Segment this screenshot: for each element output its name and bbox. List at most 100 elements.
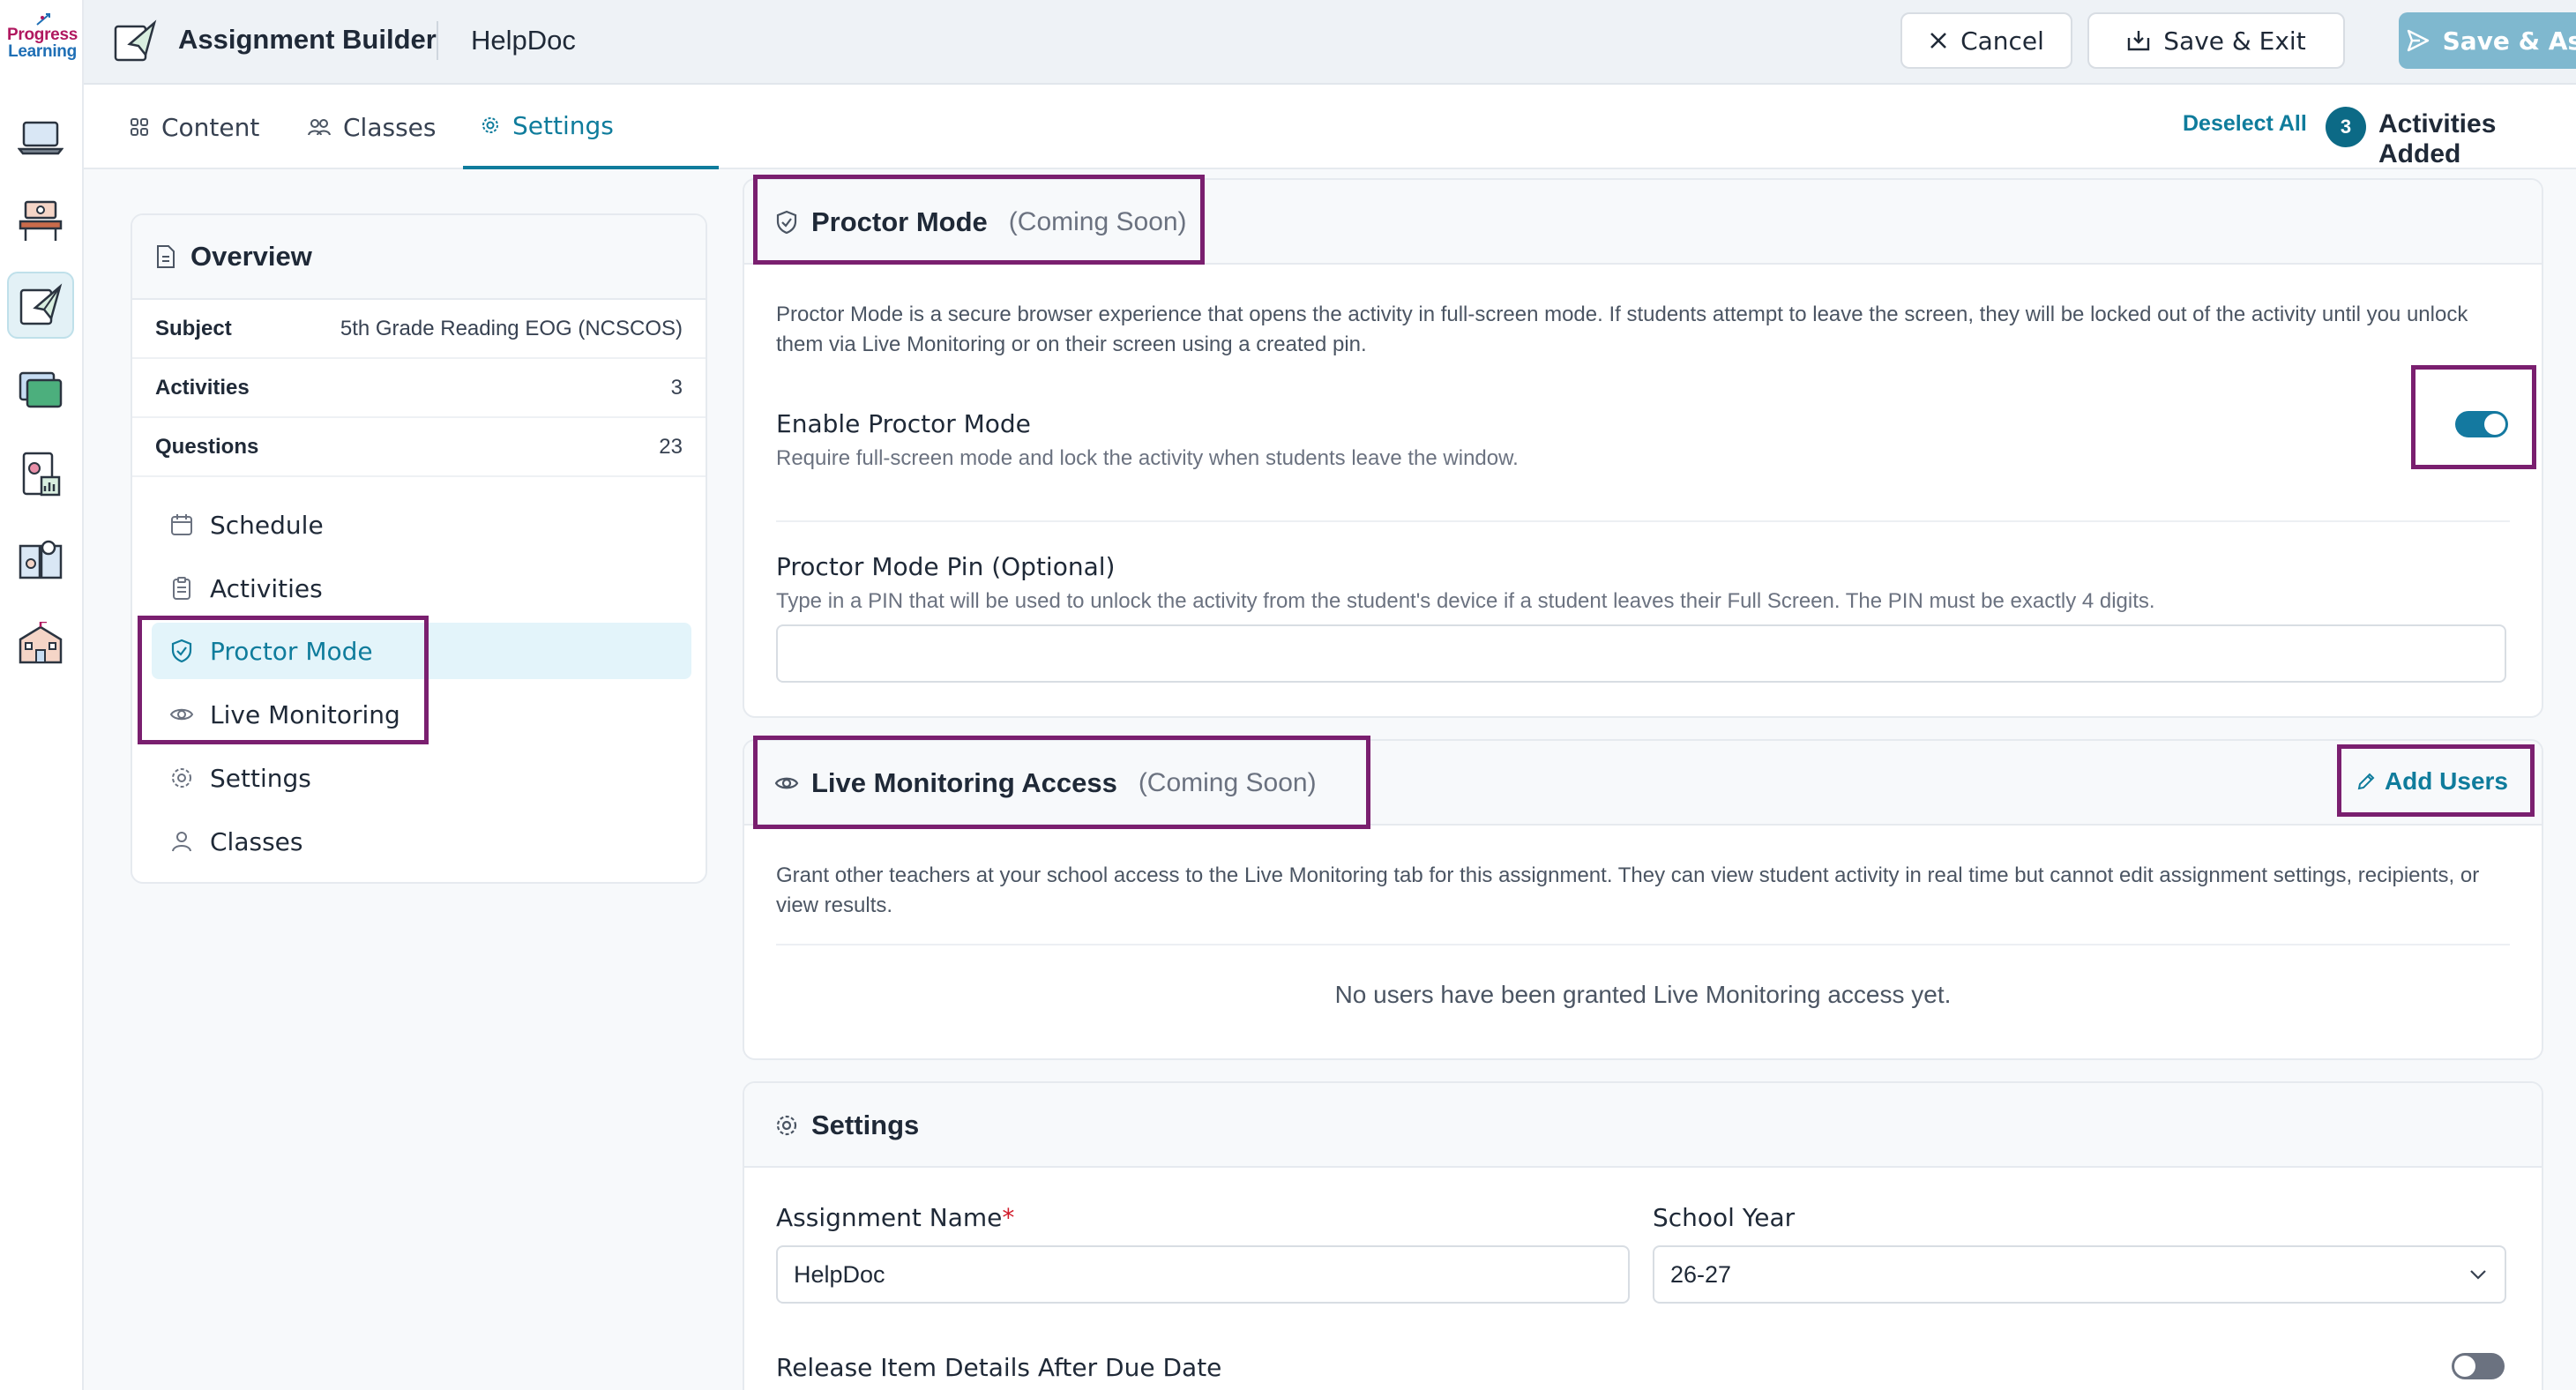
users-icon [172, 832, 191, 852]
document-icon [157, 245, 175, 268]
settings-title-text: Settings [811, 1110, 920, 1140]
nav-label: Activities [210, 573, 323, 603]
overview-value: 23 [659, 434, 683, 459]
enable-proctor-sub: Require full-screen mode and lock the ac… [776, 446, 1519, 470]
nav-classes[interactable]: Classes [152, 813, 691, 870]
assignment-name-label: Assignment Name* [776, 1203, 1014, 1232]
tab-classes[interactable]: Classes [308, 85, 436, 169]
enable-proctor-label: Enable Proctor Mode [776, 409, 1031, 438]
settings-title: Settings [774, 1110, 919, 1141]
nav-label: Settings [210, 763, 311, 793]
live-monitoring-title-text: Live Monitoring Access [811, 767, 1117, 798]
progress-learning-logo[interactable]: Progress Learning [4, 12, 81, 74]
nav-label: Schedule [210, 510, 324, 540]
settings-card: Settings Assignment Name* HelpDoc School… [743, 1081, 2543, 1390]
add-users-button[interactable]: Add Users [2356, 767, 2508, 796]
live-monitoring-title: Live Monitoring Access (Coming Soon) [774, 767, 1317, 799]
settings-header: Settings [744, 1083, 2542, 1168]
nav-settings[interactable]: Settings [152, 750, 691, 806]
proctor-pin-sub: Type in a PIN that will be used to unloc… [776, 589, 2155, 613]
release-item-details-toggle[interactable] [2452, 1353, 2505, 1379]
overview-header: Overview [132, 215, 706, 300]
overview-key: Subject [155, 316, 232, 340]
pencil-icon [2357, 773, 2375, 790]
release-item-details-label: Release Item Details After Due Date [776, 1353, 1222, 1382]
deselect-all-link[interactable]: Deselect All [2183, 111, 2307, 137]
shield-check-icon [171, 639, 192, 663]
activities-added-label: Activities Added [2378, 109, 2497, 168]
assignment-name-label-text: Assignment Name [776, 1203, 1003, 1232]
tab-settings[interactable]: Settings [463, 85, 719, 169]
tab-content-label: Content [161, 112, 260, 142]
proctor-mode-card: Proctor Mode (Coming Soon) Proctor Mode … [743, 178, 2543, 718]
book-people-icon[interactable] [7, 526, 74, 593]
school-year-label: School Year [1653, 1203, 1796, 1232]
laptop-icon[interactable] [7, 104, 74, 171]
live-monitoring-header: Live Monitoring Access (Coming Soon) Add… [744, 741, 2542, 826]
assignment-builder-icon [112, 19, 160, 64]
builder-tabs: Content Classes Settings Deselect All 3 … [84, 85, 2576, 169]
close-icon [1930, 33, 1946, 49]
overview-card: Overview Subject 5th Grade Reading EOG (… [131, 213, 707, 884]
top-bar: Assignment Builder HelpDoc Cancel Save &… [84, 0, 2576, 85]
proctor-pin-input[interactable] [776, 624, 2506, 683]
calendar-icon [171, 514, 192, 535]
coming-soon-label: (Coming Soon) [1138, 768, 1317, 797]
cancel-button[interactable]: Cancel [1900, 12, 2072, 69]
title-divider [437, 21, 438, 60]
proctor-mode-description: Proctor Mode is a secure browser experie… [776, 303, 2468, 356]
eye-icon [169, 708, 194, 721]
divider [776, 944, 2510, 945]
live-monitoring-description: Grant other teachers at your school acce… [776, 863, 2480, 917]
overview-row-subject: Subject 5th Grade Reading EOG (NCSCOS) [132, 300, 706, 359]
activities-count-badge: 3 [2326, 107, 2366, 147]
send-icon [2407, 29, 2429, 52]
classroom-desk-icon[interactable] [7, 187, 74, 254]
cancel-label: Cancel [1960, 26, 2044, 56]
nav-label: Proctor Mode [210, 636, 373, 666]
save-tray-icon [2128, 31, 2150, 51]
people-icon [308, 119, 331, 136]
required-asterisk: * [1002, 1203, 1015, 1232]
shield-check-icon [776, 210, 797, 235]
nav-live-monitoring[interactable]: Live Monitoring [152, 686, 691, 743]
nav-label: Live Monitoring [210, 699, 400, 729]
add-users-label: Add Users [2384, 767, 2508, 795]
folders-icon[interactable] [7, 356, 74, 423]
assignment-name-title: HelpDoc [471, 25, 576, 56]
school-year-select[interactable]: 26-27 [1653, 1245, 2506, 1304]
proctor-mode-title: Proctor Mode (Coming Soon) [774, 206, 1187, 238]
save-assign-label: Save & Assign [2442, 26, 2576, 56]
report-chart-icon[interactable] [7, 441, 74, 508]
eye-icon [774, 777, 799, 789]
school-building-icon[interactable] [7, 610, 74, 677]
overview-row-activities: Activities 3 [132, 359, 706, 418]
chevron-down-icon [2470, 1270, 2486, 1280]
overview-key: Activities [155, 375, 250, 400]
proctor-mode-title-text: Proctor Mode [811, 206, 988, 237]
overview-key: Questions [155, 434, 259, 459]
clipboard-icon [173, 577, 190, 600]
live-monitoring-card: Live Monitoring Access (Coming Soon) Add… [743, 739, 2543, 1060]
nav-schedule[interactable]: Schedule [152, 497, 691, 553]
nav-label: Classes [210, 826, 303, 856]
overview-row-questions: Questions 23 [132, 418, 706, 477]
proctor-pin-label: Proctor Mode Pin (Optional) [776, 552, 1116, 581]
tab-content[interactable]: Content [130, 85, 259, 169]
nav-proctor-mode[interactable]: Proctor Mode [152, 623, 691, 679]
save-exit-label: Save & Exit [2163, 26, 2306, 56]
save-assign-button[interactable]: Save & Assign [2399, 12, 2576, 69]
coming-soon-label: (Coming Soon) [1008, 207, 1187, 236]
page-title: Assignment Builder [178, 24, 437, 55]
gear-icon [172, 768, 191, 788]
tab-classes-label: Classes [343, 112, 437, 142]
nav-activities[interactable]: Activities [152, 560, 691, 617]
assignment-paper-plane-icon[interactable] [7, 272, 74, 339]
enable-proctor-toggle[interactable] [2455, 411, 2508, 437]
left-rail: Progress Learning [0, 0, 84, 1390]
divider [776, 520, 2510, 522]
grid-icon [131, 118, 148, 136]
gear-icon [776, 1115, 797, 1136]
assignment-name-input[interactable]: HelpDoc [776, 1245, 1630, 1304]
save-exit-button[interactable]: Save & Exit [2087, 12, 2345, 69]
